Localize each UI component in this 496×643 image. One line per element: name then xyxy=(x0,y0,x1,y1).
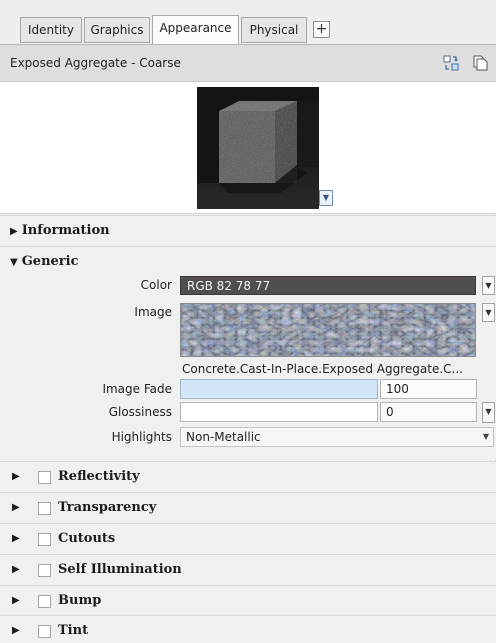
expand-triangle-icon: ▶ xyxy=(12,564,20,575)
glossiness-options-dropdown[interactable]: ▼ xyxy=(482,402,495,423)
bump-checkbox[interactable] xyxy=(38,595,51,608)
image-file-name[interactable]: Concrete.Cast-In-Place.Exposed Aggregate… xyxy=(182,361,482,377)
section-tint[interactable]: ▶ Tint xyxy=(0,615,496,643)
section-transparency[interactable]: ▶ Transparency xyxy=(0,492,496,523)
section-reflectivity-label: Reflectivity xyxy=(58,469,140,484)
expand-triangle-icon: ▶ xyxy=(12,595,20,606)
section-generic: ▼ Generic Color RGB 82 78 77 ▼ Image ▼ Co… xyxy=(0,246,496,460)
self-illumination-checkbox[interactable] xyxy=(38,564,51,577)
duplicate-asset-icon[interactable] xyxy=(472,55,488,71)
add-tab-button[interactable]: + xyxy=(313,21,330,38)
collapse-triangle-icon: ▼ xyxy=(10,257,18,268)
image-label: Image xyxy=(134,305,172,319)
section-tint-label: Tint xyxy=(58,623,89,638)
tab-bar: Identity Graphics Appearance Physical + xyxy=(0,0,496,50)
tab-graphics[interactable]: Graphics xyxy=(84,17,150,43)
section-reflectivity[interactable]: ▶ Reflectivity xyxy=(0,461,496,492)
glossiness-label: Glossiness xyxy=(108,405,172,419)
glossiness-input[interactable]: 0 xyxy=(380,402,477,422)
image-fade-slider[interactable] xyxy=(180,379,378,399)
color-swatch-field[interactable]: RGB 82 78 77 xyxy=(180,276,476,295)
tab-physical[interactable]: Physical xyxy=(241,17,307,43)
asset-header: Exposed Aggregate - Coarse xyxy=(0,44,496,82)
image-fade-input[interactable]: 100 xyxy=(380,379,477,399)
preview-options-dropdown[interactable]: ▼ xyxy=(319,190,333,206)
tab-identity[interactable]: Identity xyxy=(20,17,82,43)
glossiness-slider[interactable] xyxy=(180,402,378,422)
highlights-value: Non-Metallic xyxy=(186,430,261,444)
material-preview-image xyxy=(197,87,319,209)
tint-checkbox[interactable] xyxy=(38,625,51,638)
expand-triangle-icon: ▶ xyxy=(12,471,20,482)
section-self-illumination[interactable]: ▶ Self Illumination xyxy=(0,554,496,585)
tab-appearance[interactable]: Appearance xyxy=(152,15,239,44)
section-bump[interactable]: ▶ Bump xyxy=(0,585,496,616)
section-cutouts-label: Cutouts xyxy=(58,531,116,546)
highlights-label: Highlights xyxy=(111,430,172,444)
section-self-illumination-label: Self Illumination xyxy=(58,562,182,577)
texture-image[interactable] xyxy=(180,303,476,357)
color-label: Color xyxy=(140,278,172,292)
cutouts-checkbox[interactable] xyxy=(38,533,51,546)
section-generic-label: Generic xyxy=(21,254,79,269)
image-options-dropdown[interactable]: ▼ xyxy=(482,303,495,322)
transparency-checkbox[interactable] xyxy=(38,502,51,515)
section-information-label: Information xyxy=(21,223,110,238)
expand-triangle-icon: ▶ xyxy=(12,625,20,636)
material-name: Exposed Aggregate - Coarse xyxy=(10,56,181,70)
reflectivity-checkbox[interactable] xyxy=(38,471,51,484)
highlights-select[interactable]: Non-Metallic ▼ xyxy=(180,427,494,447)
chevron-down-icon: ▼ xyxy=(482,432,489,441)
swap-asset-icon[interactable] xyxy=(443,55,459,71)
expand-triangle-icon: ▶ xyxy=(12,533,20,544)
material-preview-area: ▼ xyxy=(0,82,496,214)
section-generic-header[interactable]: ▼ Generic xyxy=(10,247,79,278)
image-fade-label: Image Fade xyxy=(102,382,172,396)
expand-triangle-icon: ▶ xyxy=(10,226,18,237)
section-bump-label: Bump xyxy=(58,593,102,608)
color-options-dropdown[interactable]: ▼ xyxy=(482,276,495,295)
section-cutouts[interactable]: ▶ Cutouts xyxy=(0,523,496,554)
section-information[interactable]: ▶ Information xyxy=(0,215,496,246)
section-transparency-label: Transparency xyxy=(58,500,157,515)
material-browser-panel: Identity Graphics Appearance Physical + … xyxy=(0,0,496,643)
expand-triangle-icon: ▶ xyxy=(12,502,20,513)
